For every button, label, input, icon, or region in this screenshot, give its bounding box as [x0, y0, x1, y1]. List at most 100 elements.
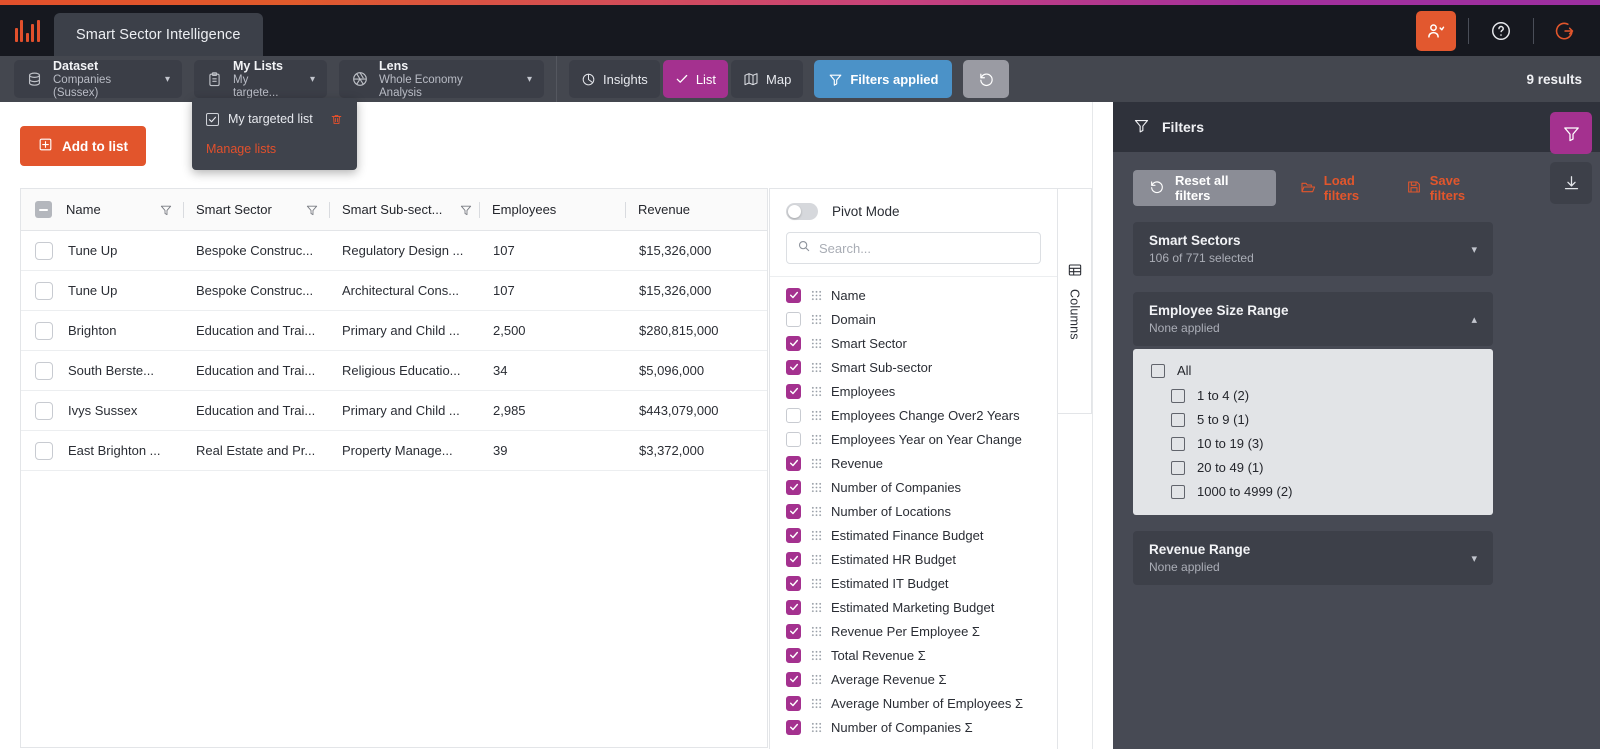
- column-toggle-item[interactable]: Average Number of Employees Σ: [770, 691, 1057, 715]
- drag-handle-icon[interactable]: [801, 650, 831, 661]
- column-visibility-checkbox[interactable]: [786, 479, 801, 495]
- column-toggle-item[interactable]: Employees Change Over2 Years: [770, 403, 1057, 427]
- app-tab-title[interactable]: Smart Sector Intelligence: [54, 13, 263, 56]
- column-visibility-checkbox[interactable]: [786, 383, 801, 399]
- column-toggle-item[interactable]: Employees: [770, 379, 1057, 403]
- column-visibility-checkbox[interactable]: [786, 335, 801, 351]
- column-toggle-item[interactable]: Total Revenue Σ: [770, 643, 1057, 667]
- dataset-selector[interactable]: Dataset Companies (Sussex) ▾: [14, 59, 182, 99]
- column-header-name[interactable]: Name: [66, 189, 184, 231]
- filter-option-checkbox[interactable]: [1171, 412, 1185, 427]
- column-visibility-checkbox[interactable]: [786, 719, 801, 735]
- table-row[interactable]: Tune Up Bespoke Construc... Regulatory Des…: [21, 231, 767, 271]
- column-toggle-item[interactable]: Estimated IT Budget: [770, 571, 1057, 595]
- filter-icon[interactable]: [459, 203, 473, 217]
- drag-handle-icon[interactable]: [801, 290, 831, 301]
- columns-tab[interactable]: Columns: [1058, 188, 1092, 414]
- drag-handle-icon[interactable]: [801, 458, 831, 469]
- column-toggle-item[interactable]: Name: [770, 283, 1057, 307]
- drag-handle-icon[interactable]: [801, 626, 831, 637]
- table-row[interactable]: South Berste... Education and Trai... Reli…: [21, 351, 767, 391]
- column-visibility-checkbox[interactable]: [786, 359, 801, 375]
- add-to-list-button[interactable]: Add to list: [20, 126, 146, 166]
- row-select-checkbox[interactable]: [34, 441, 53, 460]
- column-toggle-item[interactable]: Average Revenue Σ: [770, 667, 1057, 691]
- rail-download-button[interactable]: [1550, 162, 1592, 204]
- column-visibility-checkbox[interactable]: [786, 599, 801, 615]
- filter-option-checkbox[interactable]: [1171, 460, 1185, 475]
- column-visibility-checkbox[interactable]: [786, 311, 801, 327]
- drag-handle-icon[interactable]: [801, 410, 831, 421]
- drag-handle-icon[interactable]: [801, 338, 831, 349]
- filter-icon[interactable]: [159, 203, 173, 217]
- column-visibility-checkbox[interactable]: [786, 695, 801, 711]
- reset-all-filters-button[interactable]: Reset all filters: [1133, 170, 1276, 206]
- row-select-checkbox[interactable]: [34, 241, 53, 260]
- filters-applied-button[interactable]: Filters applied: [814, 60, 953, 98]
- table-row[interactable]: East Brighton ... Real Estate and Pr... Pr…: [21, 431, 767, 471]
- column-header-revenue[interactable]: Revenue: [626, 189, 766, 231]
- select-all-header[interactable]: [21, 189, 66, 231]
- manage-lists-link[interactable]: Manage lists: [192, 130, 357, 156]
- column-toggle-item[interactable]: Revenue: [770, 451, 1057, 475]
- drag-handle-icon[interactable]: [801, 578, 831, 589]
- filter-icon[interactable]: [305, 203, 319, 217]
- table-row[interactable]: Ivys Sussex Education and Trai... Primary …: [21, 391, 767, 431]
- column-toggle-item[interactable]: Number of Companies Σ: [770, 715, 1057, 739]
- filter-section-smart-sectors[interactable]: Smart Sectors 106 of 771 selected ▾: [1133, 222, 1493, 276]
- column-toggle-item[interactable]: Revenue Per Employee Σ: [770, 619, 1057, 643]
- filter-option-checkbox[interactable]: [1171, 436, 1185, 451]
- drag-handle-icon[interactable]: [801, 698, 831, 709]
- load-filters-button[interactable]: Load filters: [1300, 173, 1388, 203]
- drag-handle-icon[interactable]: [801, 434, 831, 445]
- column-visibility-checkbox[interactable]: [786, 407, 801, 423]
- drag-handle-icon[interactable]: [801, 674, 831, 685]
- filter-option-all[interactable]: All: [1151, 363, 1475, 378]
- add-user-icon[interactable]: [1416, 10, 1456, 51]
- column-toggle-item[interactable]: Estimated HR Budget: [770, 547, 1057, 571]
- table-row[interactable]: Brighton Education and Trai... Primary and…: [21, 311, 767, 351]
- filter-option-checkbox[interactable]: [1171, 484, 1185, 499]
- drag-handle-icon[interactable]: [801, 530, 831, 541]
- column-visibility-checkbox[interactable]: [786, 503, 801, 519]
- help-icon[interactable]: [1481, 11, 1521, 51]
- column-visibility-checkbox[interactable]: [786, 623, 801, 639]
- filter-option[interactable]: 1000 to 4999 (2): [1151, 484, 1475, 499]
- column-visibility-checkbox[interactable]: [786, 287, 801, 303]
- column-toggle-item[interactable]: Number of Locations: [770, 499, 1057, 523]
- select-all-checkbox[interactable]: [35, 201, 52, 218]
- list-item[interactable]: My targeted list: [192, 108, 357, 130]
- column-visibility-checkbox[interactable]: [786, 455, 801, 471]
- row-select-checkbox[interactable]: [34, 321, 53, 340]
- drag-handle-icon[interactable]: [801, 482, 831, 493]
- columns-search-input[interactable]: [819, 240, 1030, 256]
- filter-section-revenue-range[interactable]: Revenue Range None applied ▾: [1133, 531, 1493, 585]
- filter-option-checkbox[interactable]: [1151, 363, 1165, 378]
- drag-handle-icon[interactable]: [801, 722, 831, 733]
- reset-view-button[interactable]: [963, 60, 1010, 98]
- drag-handle-icon[interactable]: [801, 314, 831, 325]
- tab-map[interactable]: Map: [731, 60, 804, 98]
- column-visibility-checkbox[interactable]: [786, 431, 801, 447]
- rail-filter-button[interactable]: [1550, 112, 1592, 154]
- column-toggle-item[interactable]: Domain: [770, 307, 1057, 331]
- tab-list[interactable]: List: [662, 60, 729, 98]
- columns-search-box[interactable]: [786, 232, 1041, 264]
- drag-handle-icon[interactable]: [801, 506, 831, 517]
- checkbox-checked-icon[interactable]: [206, 112, 219, 126]
- pivot-mode-row[interactable]: Pivot Mode: [770, 189, 1057, 230]
- column-toggle-item[interactable]: Smart Sub-sector: [770, 355, 1057, 379]
- row-select-checkbox[interactable]: [34, 361, 53, 380]
- my-lists-selector[interactable]: My Lists My targete... ▾: [194, 59, 327, 99]
- column-visibility-checkbox[interactable]: [786, 551, 801, 567]
- column-visibility-checkbox[interactable]: [786, 647, 801, 663]
- column-toggle-item[interactable]: Smart Sector: [770, 331, 1057, 355]
- column-header-employees[interactable]: Employees: [480, 189, 626, 231]
- logout-icon[interactable]: [1546, 11, 1586, 51]
- filter-option[interactable]: 5 to 9 (1): [1151, 412, 1475, 427]
- trash-icon[interactable]: [330, 113, 343, 126]
- filter-option-checkbox[interactable]: [1171, 388, 1185, 403]
- filter-option[interactable]: 10 to 19 (3): [1151, 436, 1475, 451]
- column-toggle-item[interactable]: Estimated Finance Budget: [770, 523, 1057, 547]
- row-select-checkbox[interactable]: [34, 281, 53, 300]
